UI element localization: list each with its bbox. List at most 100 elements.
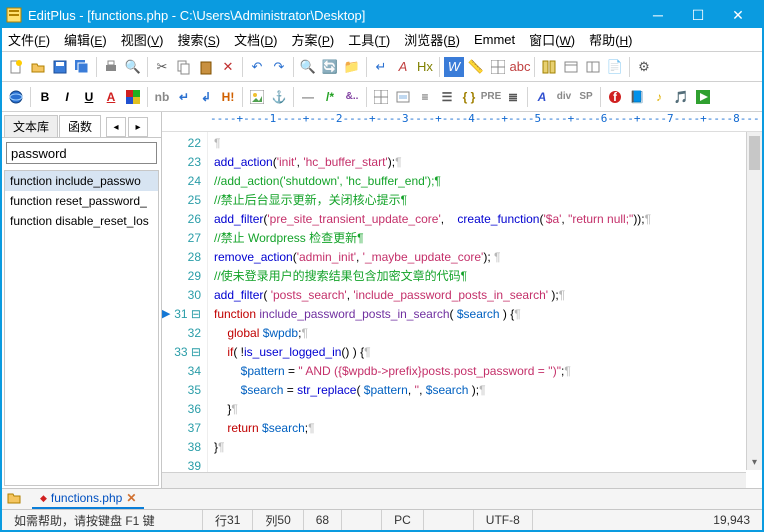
function-list-item[interactable]: function reset_password_	[5, 191, 158, 211]
close-button[interactable]: ✕	[718, 2, 758, 28]
side-nav-next[interactable]: ▸	[128, 117, 148, 137]
undo-icon[interactable]: ↶	[247, 57, 267, 77]
vertical-scrollbar[interactable]: ▴ ▾	[746, 132, 762, 470]
editor-area: ----+----1----+----2----+----3----+----4…	[162, 112, 762, 488]
menu-W[interactable]: 窗口(W)	[529, 30, 575, 49]
menu-H[interactable]: 帮助(H)	[589, 30, 632, 49]
cut-icon[interactable]: ✂	[152, 57, 172, 77]
status-column: 列 50	[252, 510, 302, 530]
side-tab-functions[interactable]: 函数	[59, 115, 101, 137]
function-list-item[interactable]: function disable_reset_los	[5, 211, 158, 231]
window-title: EditPlus - [functions.php - C:\Users\Adm…	[28, 8, 638, 23]
font-a2-icon[interactable]: A	[532, 87, 552, 107]
media1-icon[interactable]: 📘	[627, 87, 647, 107]
redo-icon[interactable]: ↷	[269, 57, 289, 77]
hr-icon[interactable]: —	[298, 87, 318, 107]
nbsp-icon[interactable]: nb	[152, 87, 172, 107]
delete-icon[interactable]: ✕	[218, 57, 238, 77]
marquee-icon[interactable]: ≣	[503, 87, 523, 107]
menu-V[interactable]: 视图(V)	[121, 30, 164, 49]
copy-icon[interactable]	[174, 57, 194, 77]
char-icon[interactable]: &..	[342, 87, 362, 107]
ruler: ----+----1----+----2----+----3----+----4…	[162, 112, 762, 132]
directory-icon[interactable]	[6, 490, 24, 508]
para-icon[interactable]: ↵	[174, 87, 194, 107]
replace-icon[interactable]: 🔄	[320, 57, 340, 77]
open-file-icon[interactable]	[28, 57, 48, 77]
scroll-thumb[interactable]	[749, 136, 760, 170]
spell-icon[interactable]: abc	[510, 57, 530, 77]
br-icon[interactable]: ↲	[196, 87, 216, 107]
ruler-icon[interactable]: 📏	[466, 57, 486, 77]
underline-icon[interactable]: U	[79, 87, 99, 107]
menu-E[interactable]: 编辑(E)	[64, 30, 107, 49]
center-icon[interactable]: ≡	[415, 87, 435, 107]
italic-icon[interactable]: I	[57, 87, 77, 107]
font-a-icon[interactable]: A	[393, 57, 413, 77]
script-icon[interactable]: { }	[459, 87, 479, 107]
save-icon[interactable]	[50, 57, 70, 77]
print-icon[interactable]	[101, 57, 121, 77]
files-icon[interactable]: 📄	[605, 57, 625, 77]
document-tab[interactable]: ◆ functions.php ✕	[32, 489, 144, 509]
maximize-button[interactable]: ☐	[678, 2, 718, 28]
print-preview-icon[interactable]: 🔍	[123, 57, 143, 77]
menu-B[interactable]: 浏览器(B)	[404, 30, 460, 49]
flash-icon[interactable]: f	[605, 87, 625, 107]
menubar: 文件(F) 编辑(E) 视图(V) 搜索(S) 文档(D) 方案(P) 工具(T) 浏览器(B…	[2, 28, 762, 52]
settings-icon[interactable]: ⚙	[634, 57, 654, 77]
scroll-down-icon[interactable]: ▾	[747, 454, 762, 470]
image-icon[interactable]	[247, 87, 267, 107]
hex-icon[interactable]: Hx	[415, 57, 435, 77]
new-file-icon[interactable]	[6, 57, 26, 77]
save-all-icon[interactable]	[72, 57, 92, 77]
side-panel: 文本库 函数 ◂▸ function include_passwofunctio…	[2, 112, 162, 488]
close-tab-icon[interactable]: ✕	[126, 491, 136, 505]
media3-icon[interactable]: 🎵	[671, 87, 691, 107]
menu-D[interactable]: 文档(D)	[234, 30, 277, 49]
heading-icon[interactable]: H!	[218, 87, 238, 107]
table-icon[interactable]	[371, 87, 391, 107]
comment-icon[interactable]: /*	[320, 87, 340, 107]
anchor-icon[interactable]: ⚓	[269, 87, 289, 107]
menu-S[interactable]: 搜索(S)	[177, 30, 220, 49]
document-tab-bar: ◆ functions.php ✕	[2, 488, 762, 510]
palette-icon[interactable]	[123, 87, 143, 107]
wordwrap-icon[interactable]: ↵	[371, 57, 391, 77]
font-color-icon[interactable]: A	[101, 87, 121, 107]
media4-icon[interactable]	[693, 87, 713, 107]
bold-icon[interactable]: B	[35, 87, 55, 107]
menu-T[interactable]: 工具(T)	[348, 30, 390, 49]
find-icon[interactable]: 🔍	[298, 57, 318, 77]
word-mode-icon[interactable]: W	[444, 57, 464, 77]
status-total-lines: 68	[303, 510, 341, 530]
find-files-icon[interactable]: 📁	[342, 57, 362, 77]
browser-icon[interactable]	[6, 87, 26, 107]
pre-icon[interactable]: PRE	[481, 87, 501, 107]
side-tab-cliptext[interactable]: 文本库	[4, 115, 58, 137]
toolbar-1: 🔍 ✂ ✕ ↶ ↷ 🔍 🔄 📁 ↵ A Hx W 📏 abc 📄 ⚙	[2, 52, 762, 82]
form-icon[interactable]	[393, 87, 413, 107]
code-text[interactable]: ¶add_action('init', 'hc_buffer_start');¶…	[208, 132, 762, 488]
current-line-arrow: ▶	[162, 307, 174, 320]
function-list-item[interactable]: function include_passwo	[5, 171, 158, 191]
menu-Emmet[interactable]: Emmet	[474, 32, 515, 47]
span-icon[interactable]: SP	[576, 87, 596, 107]
directory-icon[interactable]	[539, 57, 559, 77]
function-list[interactable]: function include_passwofunction reset_pa…	[4, 170, 159, 486]
toolwin-icon[interactable]	[561, 57, 581, 77]
div-icon[interactable]: div	[554, 87, 574, 107]
menu-F[interactable]: 文件(F)	[8, 30, 50, 49]
list-icon[interactable]: ☰	[437, 87, 457, 107]
menu-P[interactable]: 方案(P)	[292, 30, 335, 49]
side-nav-prev[interactable]: ◂	[106, 117, 126, 137]
status-help: 如需帮助，请按键盘 F1 键	[2, 510, 202, 530]
paste-icon[interactable]	[196, 57, 216, 77]
function-search-input[interactable]	[6, 142, 157, 164]
horizontal-scrollbar[interactable]	[162, 472, 746, 488]
minimize-button[interactable]: ─	[638, 2, 678, 28]
code-area[interactable]: 22232425262728293031 ⊟3233 ⊟343536373839…	[162, 132, 762, 488]
output-icon[interactable]	[583, 57, 603, 77]
grid-icon[interactable]	[488, 57, 508, 77]
media2-icon[interactable]: ♪	[649, 87, 669, 107]
